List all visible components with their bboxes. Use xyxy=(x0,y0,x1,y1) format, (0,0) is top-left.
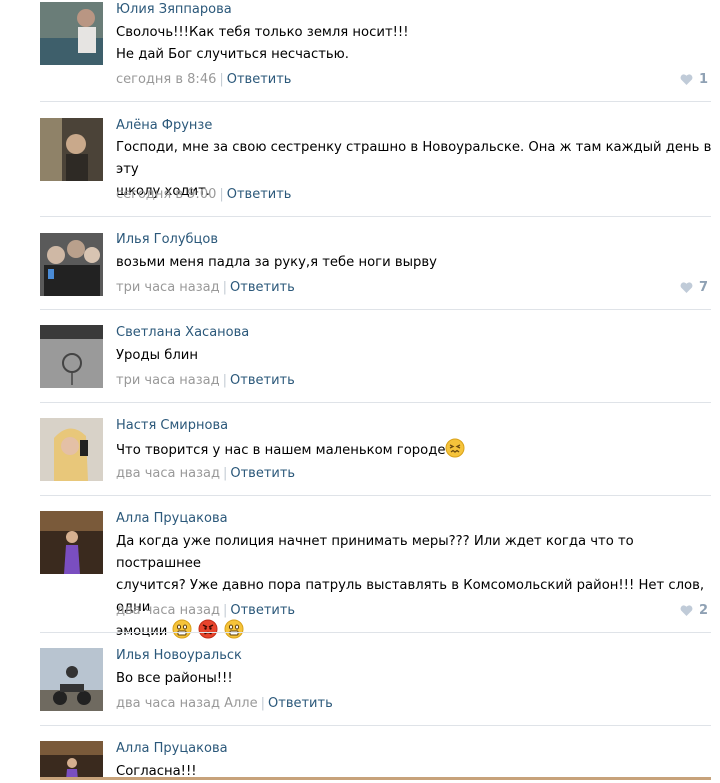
avatar[interactable] xyxy=(40,741,103,780)
meta-divider: | xyxy=(222,280,228,295)
avatar[interactable] xyxy=(40,233,103,296)
comment-meta: два часа назад Алле | Ответить xyxy=(116,696,333,711)
meta-divider: | xyxy=(222,466,228,481)
comment-time[interactable]: три часа назад xyxy=(116,373,220,388)
like-button[interactable]: 2 xyxy=(680,603,708,618)
meta-divider: | xyxy=(219,72,224,87)
comment-line: Во все районы!!! xyxy=(116,671,233,686)
like-count: 2 xyxy=(698,603,708,618)
comment-meta: сегодня в 9:00 | Ответить xyxy=(116,187,291,202)
reply-button[interactable]: Ответить xyxy=(230,466,295,481)
reply-button[interactable]: Ответить xyxy=(268,696,333,711)
reply-button[interactable]: Ответить xyxy=(227,187,292,202)
comment-time[interactable]: два часа назад Алле xyxy=(116,696,258,711)
comment-author[interactable]: Алла Пруцакова xyxy=(116,741,228,756)
angry-face-icon xyxy=(198,619,218,647)
reply-button[interactable]: Ответить xyxy=(227,72,292,87)
comment-line: Что творится у нас в нашем маленьком гор… xyxy=(116,443,446,458)
comment-time[interactable]: сегодня в 9:00 xyxy=(116,187,216,202)
reply-button[interactable]: Ответить xyxy=(230,373,295,388)
comment-line: возьми меня падла за руку,я тебе ноги вы… xyxy=(116,255,437,270)
comment-line: Сволочь!!!Как тебя только земля носит!!! xyxy=(116,25,409,40)
comment-meta: три часа назад | Ответить xyxy=(116,373,295,388)
comment-text: Сволочь!!!Как тебя только земля носит!!!… xyxy=(116,22,712,66)
comment-divider xyxy=(40,402,711,403)
reply-button[interactable]: Ответить xyxy=(230,280,295,295)
comment-divider xyxy=(40,495,711,496)
like-button[interactable]: 7 xyxy=(680,280,708,295)
confounded-face-icon xyxy=(445,438,465,466)
meta-divider: | xyxy=(222,603,228,618)
comment-text: Уроды блин xyxy=(116,345,712,367)
comment-author[interactable]: Илья Голубцов xyxy=(116,232,218,247)
avatar[interactable] xyxy=(40,118,103,181)
meta-divider: | xyxy=(219,187,224,202)
fearful-face-icon xyxy=(172,619,192,647)
avatar[interactable] xyxy=(40,511,103,574)
comment-time[interactable]: два часа назад xyxy=(116,603,220,618)
comment-time[interactable]: три часа назад xyxy=(116,280,220,295)
fearful-face-icon xyxy=(224,619,244,647)
avatar[interactable] xyxy=(40,648,103,711)
meta-divider: | xyxy=(222,373,228,388)
comment-divider xyxy=(40,632,711,633)
comment-line: Господи, мне за свою сестренку страшно в… xyxy=(116,140,712,177)
heart-icon xyxy=(680,604,693,616)
comment-text: Что творится у нас в нашем маленьком гор… xyxy=(116,438,712,466)
meta-divider: | xyxy=(260,696,266,711)
avatar[interactable] xyxy=(40,325,103,388)
comment-author[interactable]: Настя Смирнова xyxy=(116,418,228,433)
comment-line: Не дай Бог случиться несчастью. xyxy=(116,47,349,62)
reply-button[interactable]: Ответить xyxy=(230,603,295,618)
comment-time[interactable]: сегодня в 8:46 xyxy=(116,72,216,87)
comment-time[interactable]: два часа назад xyxy=(116,466,220,481)
heart-icon xyxy=(680,73,693,85)
comment-meta: два часа назад | Ответить xyxy=(116,466,295,481)
comment-line: эмоции xyxy=(116,619,712,647)
avatar[interactable] xyxy=(40,2,103,65)
comment-author[interactable]: Светлана Хасанова xyxy=(116,325,249,340)
like-count: 7 xyxy=(698,280,708,295)
comment-divider xyxy=(40,725,711,726)
comment-text: возьми меня падла за руку,я тебе ноги вы… xyxy=(116,252,712,274)
comment-divider xyxy=(40,309,711,310)
comment-meta: три часа назад | Ответить xyxy=(116,280,295,295)
comment-author[interactable]: Илья Новоуральск xyxy=(116,648,242,663)
like-button[interactable]: 1 xyxy=(680,72,708,87)
comment-divider xyxy=(40,101,711,102)
comment-meta: сегодня в 8:46 | Ответить xyxy=(116,72,291,87)
comment-line: Да когда уже полиция начнет принимать ме… xyxy=(116,534,634,571)
comment-divider xyxy=(40,216,711,217)
comment-meta: два часа назад | Ответить xyxy=(116,603,295,618)
avatar[interactable] xyxy=(40,418,103,481)
comment-text: Да когда уже полиция начнет принимать ме… xyxy=(116,531,712,647)
comment-text: Во все районы!!! xyxy=(116,668,712,690)
comment-author[interactable]: Алёна Фрунзе xyxy=(116,118,212,133)
comment-author[interactable]: Алла Пруцакова xyxy=(116,511,228,526)
comment-line: Уроды блин xyxy=(116,348,198,363)
like-count: 1 xyxy=(698,72,708,87)
comment-author[interactable]: Юлия Зяппарова xyxy=(116,2,232,17)
heart-icon xyxy=(680,281,693,293)
